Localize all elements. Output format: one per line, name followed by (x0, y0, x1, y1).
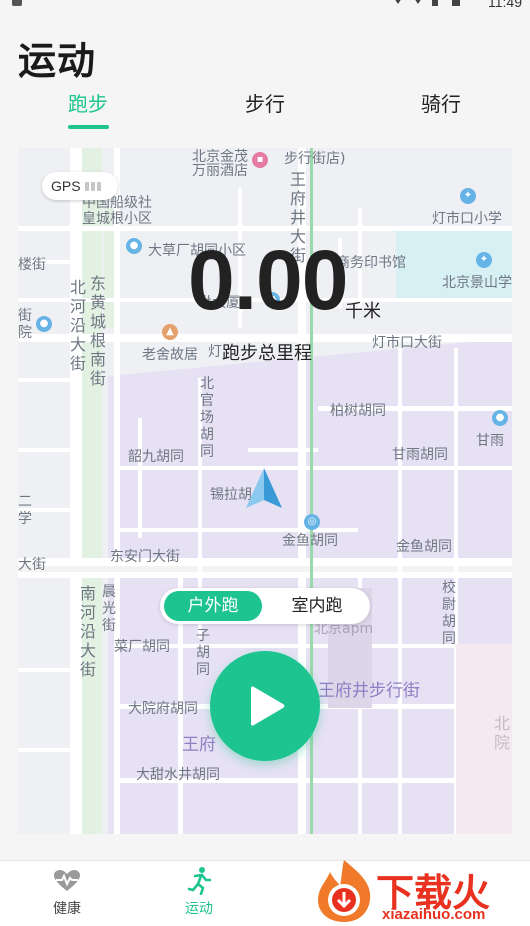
map-label: 校尉胡同 (442, 580, 456, 647)
gps-signal-icon (84, 181, 101, 191)
map-label: 金鱼胡同 (282, 533, 338, 549)
running-icon (187, 867, 211, 895)
notification-icon (12, 0, 22, 6)
distance-unit: 千米 (345, 301, 381, 322)
map-label: 大甜水井胡同 (136, 767, 220, 783)
school-icon: ✦ (460, 188, 476, 204)
poi-pin-icon: ● (36, 316, 52, 332)
map-label: 万丽酒店 (192, 163, 248, 179)
school-icon: ✦ (476, 252, 492, 268)
map-label: 二学 (18, 494, 32, 527)
nav-health-label: 健康 (53, 901, 81, 917)
start-run-button[interactable] (210, 651, 320, 761)
poi-pin-icon: ● (492, 410, 508, 426)
map-label: 甘雨 (476, 433, 504, 449)
tab-running[interactable]: 跑步 (68, 88, 108, 117)
map-label: 北河沿大街 (70, 278, 87, 373)
map-label: 菜厂胡同 (114, 639, 170, 655)
map-label: 北院 (494, 714, 511, 752)
map-label: 王府 (182, 735, 216, 755)
signal-icons (395, 0, 460, 6)
map-label: 楼街 (18, 257, 46, 273)
map-label: 北官场胡同 (200, 376, 214, 460)
map-label: 韶九胡同 (128, 449, 184, 465)
nav-health[interactable]: 健康 (37, 867, 97, 918)
map-label: 老舍故居 (142, 347, 198, 363)
run-mode-toggle: 户外跑 室内跑 (160, 588, 370, 624)
heart-pulse-icon (54, 870, 80, 891)
map-label: 东安门大街 (110, 549, 180, 565)
map-label: 大院府胡同 (128, 701, 198, 717)
map-label: 北京景山学 (442, 275, 512, 291)
map-label: 灯市口小学 (432, 211, 502, 227)
map-label: 街院 (18, 308, 32, 341)
hotel-icon: ▪ (252, 152, 268, 168)
page-title: 运动 (18, 39, 97, 83)
map-label: 皇城根小区 (82, 211, 152, 227)
map-label: 晨光街 (102, 584, 116, 634)
map-label: 步行街店) (284, 151, 346, 167)
map-label: 甘雨胡同 (392, 447, 448, 463)
gps-status: GPS (42, 172, 118, 200)
transit-icon: ◎ (304, 514, 320, 530)
map-label: 灯市口大街 (372, 335, 442, 351)
map-label: 金鱼胡同 (396, 539, 452, 555)
indoor-run-button[interactable]: 室内跑 (264, 588, 370, 624)
poi-pin-icon: ● (126, 238, 142, 254)
landmark-icon: ▲ (162, 324, 178, 340)
gps-label: GPS (51, 178, 81, 194)
status-bar: 11:49 (0, 0, 530, 14)
sport-tabs: 跑步 步行 骑行 (0, 88, 530, 132)
status-time: 11:49 (488, 0, 522, 10)
map-label: 王府井步行街 (318, 681, 420, 701)
tab-walking[interactable]: 步行 (245, 88, 285, 117)
map-label: 南河沿大街 (80, 584, 97, 679)
distance-caption: 跑步总里程 (222, 343, 312, 364)
play-icon (251, 686, 285, 726)
tab-cycling[interactable]: 骑行 (421, 88, 461, 117)
watermark-logo-icon (318, 860, 371, 922)
total-distance: 0.00 (188, 233, 348, 327)
outdoor-run-button[interactable]: 户外跑 (164, 591, 262, 621)
nav-sport[interactable]: 运动 (169, 867, 229, 918)
map-label: 大街 (18, 557, 46, 573)
map-label: 柏树胡同 (330, 403, 386, 419)
location-arrow-icon (246, 468, 282, 508)
watermark-url: xiazaihuo.com (382, 906, 486, 923)
watermark: 下载火 xiazaihuo.com (312, 856, 530, 926)
nav-sport-label: 运动 (185, 901, 213, 917)
active-tab-indicator (68, 125, 109, 129)
map-label: 东黄城根南街 (90, 274, 107, 388)
